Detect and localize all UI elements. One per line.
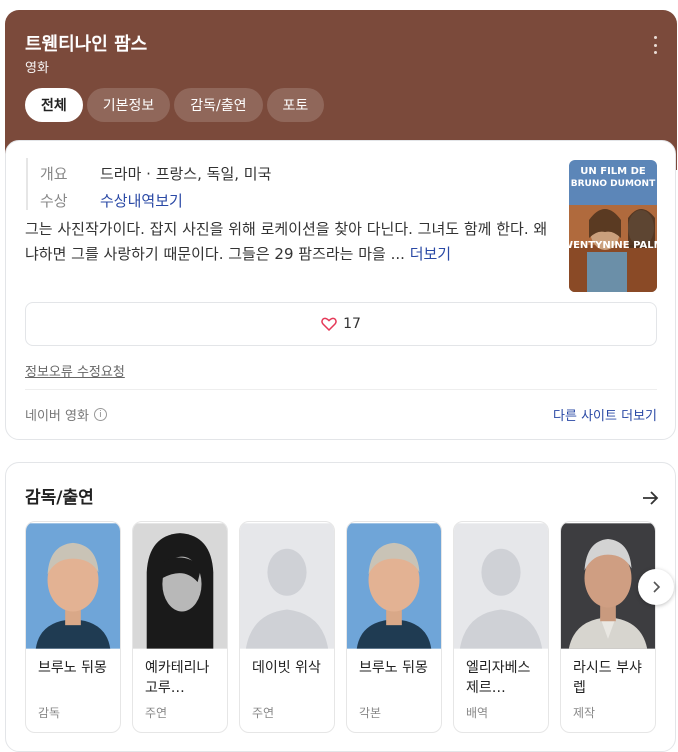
info-icon[interactable]: i	[93, 408, 107, 421]
person-role: 각본	[359, 706, 382, 720]
person-name: 라시드 부샤렙	[573, 660, 642, 696]
person-name: 예카테리나 고루…	[145, 660, 210, 696]
person-photo	[133, 523, 227, 649]
person-name: 브루노 뒤몽	[359, 660, 428, 676]
tab-basic-info[interactable]: 기본정보	[86, 88, 171, 122]
cast-section-title: 감독/출연	[25, 488, 94, 508]
more-vertical-icon[interactable]	[648, 36, 662, 54]
cast-card-item[interactable]: 예카테리나 고루… 주연	[132, 521, 228, 733]
source-label-group: 네이버 영화 i	[25, 405, 107, 424]
poster-line2: BRUNO DUMONT	[571, 179, 656, 189]
heart-icon	[321, 317, 337, 331]
synopsis-more-link[interactable]: 더보기	[410, 245, 451, 263]
cast-card-item[interactable]: 엘리자베스 제르… 배역	[453, 521, 549, 733]
cast-card-item[interactable]: 라시드 부샤렙 제작	[560, 521, 656, 733]
card-divider	[25, 389, 657, 390]
poster-line1: UN FILM DE	[580, 166, 646, 177]
award-row: 수상 수상내역보기	[40, 190, 183, 211]
person-role: 주연	[145, 706, 168, 720]
poster-title: TWENTYNINE PALMS	[569, 240, 657, 251]
person-role: 제작	[573, 706, 596, 720]
cast-card-item[interactable]: 브루노 뒤몽 각본	[346, 521, 442, 733]
synopsis-text: 그는 사진작가이다. 잡지 사진을 위해 로케이션을 찾아 다닌다. 그녀도 함…	[25, 220, 548, 263]
person-name: 브루노 뒤몽	[38, 660, 107, 676]
person-placeholder-photo	[240, 523, 334, 649]
overview-label: 개요	[40, 165, 68, 183]
overview-row: 개요 드라마 · 프랑스, 독일, 미국	[40, 163, 271, 184]
person-role: 주연	[252, 706, 275, 720]
person-role: 배역	[466, 706, 489, 720]
movie-poster[interactable]: UN FILM DE BRUNO DUMONT TWENTYNINE PALMS	[569, 160, 657, 292]
award-label: 수상	[40, 192, 68, 210]
tab-bar: 전체 기본정보 감독/출연 포토	[25, 88, 325, 122]
person-placeholder-photo	[454, 523, 548, 649]
arrow-right-icon[interactable]	[640, 488, 660, 508]
person-photo	[347, 523, 441, 649]
cast-card-item[interactable]: 데이빗 위삭 주연	[239, 521, 335, 733]
person-photo	[26, 523, 120, 649]
tab-all[interactable]: 전체	[25, 88, 83, 122]
person-name: 엘리자베스 제르…	[466, 660, 531, 696]
other-sites-link[interactable]: 다른 사이트 더보기	[553, 405, 657, 424]
chevron-right-icon	[653, 581, 661, 593]
overview-value: 드라마 · 프랑스, 독일, 미국	[100, 165, 272, 183]
like-count: 17	[343, 316, 361, 332]
page-title: 트웬티나인 팜스	[25, 34, 148, 55]
person-role: 감독	[38, 706, 61, 720]
info-divider	[26, 158, 28, 210]
page-subtitle: 영화	[25, 61, 49, 76]
synopsis: 그는 사진작가이다. 잡지 사진을 위해 로케이션을 찾아 다닌다. 그녀도 함…	[25, 217, 553, 267]
award-link[interactable]: 수상내역보기	[100, 190, 183, 211]
person-name: 데이빗 위삭	[252, 660, 321, 676]
report-error-link[interactable]: 정보오류 수정요청	[25, 361, 125, 380]
tab-director-cast[interactable]: 감독/출연	[174, 88, 263, 122]
like-button[interactable]: 17	[25, 302, 657, 346]
carousel-next-button[interactable]	[638, 569, 674, 605]
cast-card-item[interactable]: 브루노 뒤몽 감독	[25, 521, 121, 733]
source-label: 네이버 영화	[25, 409, 89, 424]
tab-photo[interactable]: 포토	[266, 88, 325, 122]
poster-image: UN FILM DE BRUNO DUMONT TWENTYNINE PALMS	[569, 160, 657, 292]
